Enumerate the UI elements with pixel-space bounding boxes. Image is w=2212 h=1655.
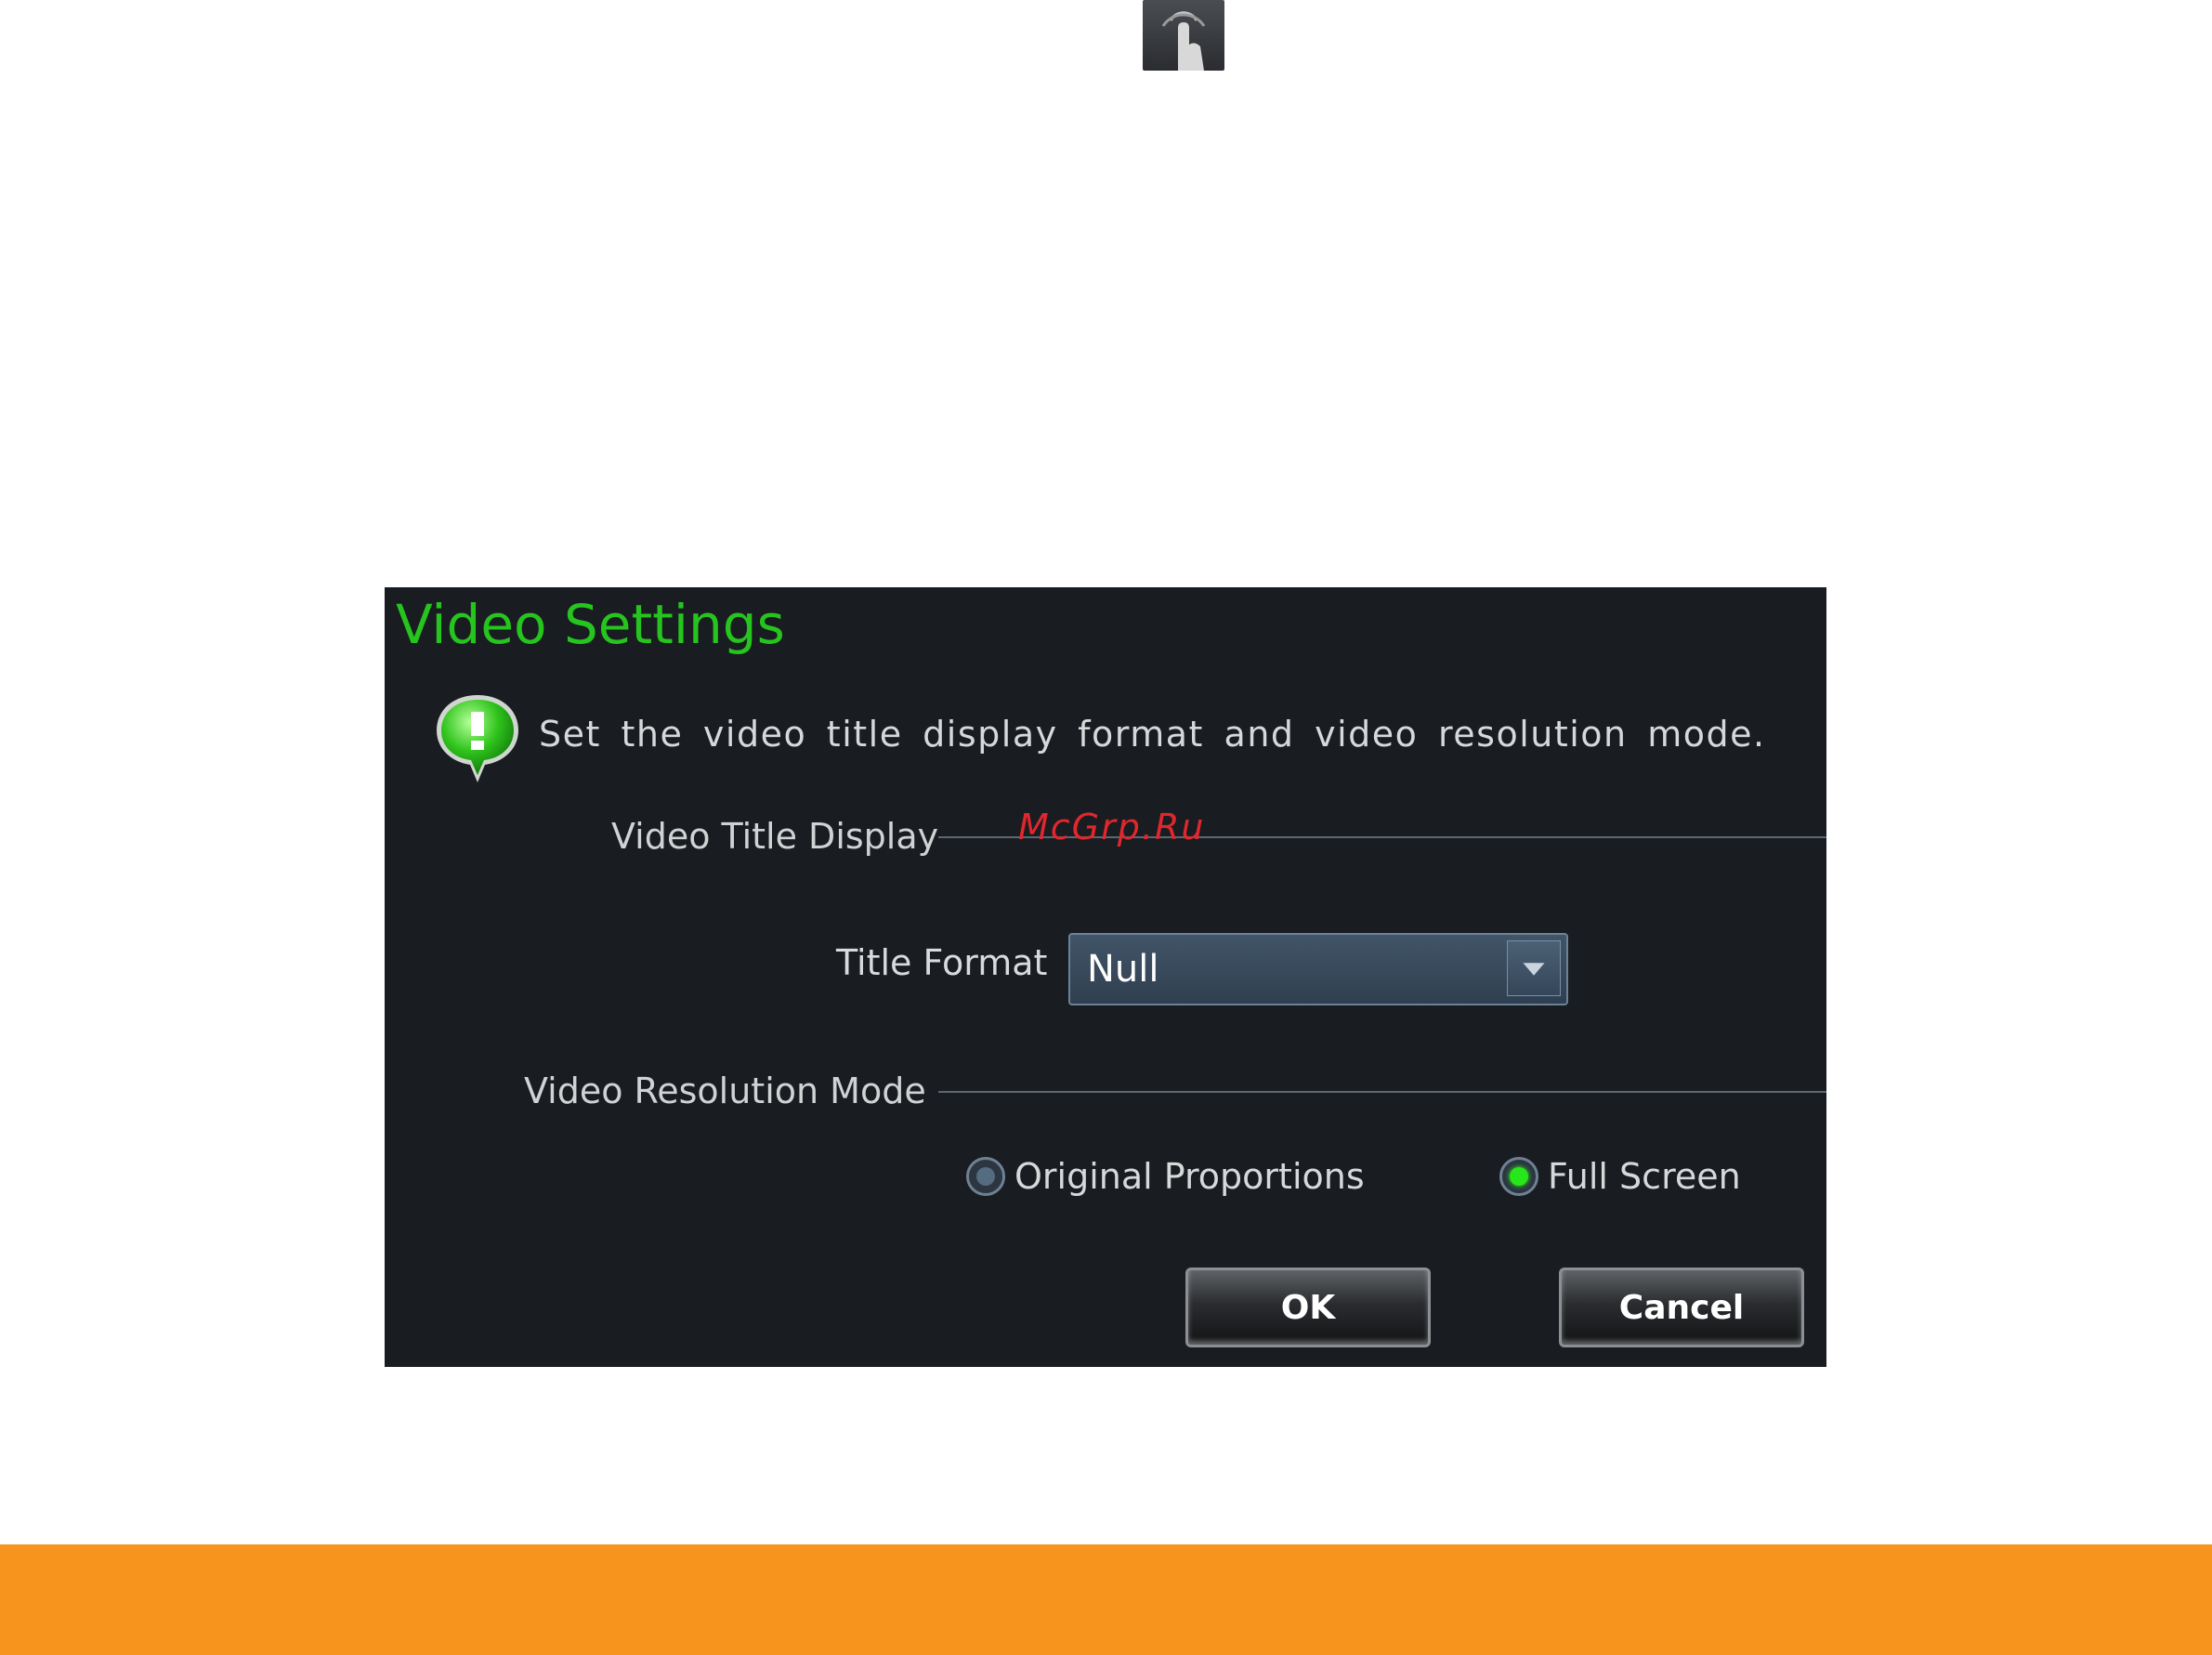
section-title-video-title-display: Video Title Display (611, 816, 939, 857)
radio-button-unchecked[interactable] (966, 1157, 1005, 1196)
video-settings-dialog: Video Settings Set the video title displ… (385, 587, 1826, 1367)
dropdown-arrow-icon[interactable] (1507, 940, 1561, 996)
dialog-title: Video Settings (396, 593, 785, 656)
section-title-video-resolution-mode: Video Resolution Mode (524, 1070, 926, 1111)
radio-original-label: Original Proportions (1014, 1156, 1365, 1197)
footer-bar (0, 1544, 2212, 1655)
touch-tap-icon (1143, 0, 1224, 71)
ok-button[interactable]: OK (1185, 1268, 1431, 1347)
radio-full-screen[interactable]: Full Screen (1499, 1156, 1741, 1197)
cancel-button[interactable]: Cancel (1559, 1268, 1804, 1347)
title-format-value: Null (1087, 948, 1159, 991)
section-divider (938, 1091, 1826, 1093)
title-format-label: Title Format (836, 942, 1048, 983)
watermark: McGrp.Ru (1018, 807, 1206, 847)
title-format-select[interactable]: Null (1068, 933, 1568, 1005)
info-bubble-icon (433, 691, 522, 784)
info-text: Set the video title display format and v… (539, 714, 1766, 755)
radio-button-checked[interactable] (1499, 1157, 1538, 1196)
radio-fullscreen-label: Full Screen (1548, 1156, 1741, 1197)
radio-original-proportions[interactable]: Original Proportions (966, 1156, 1365, 1197)
